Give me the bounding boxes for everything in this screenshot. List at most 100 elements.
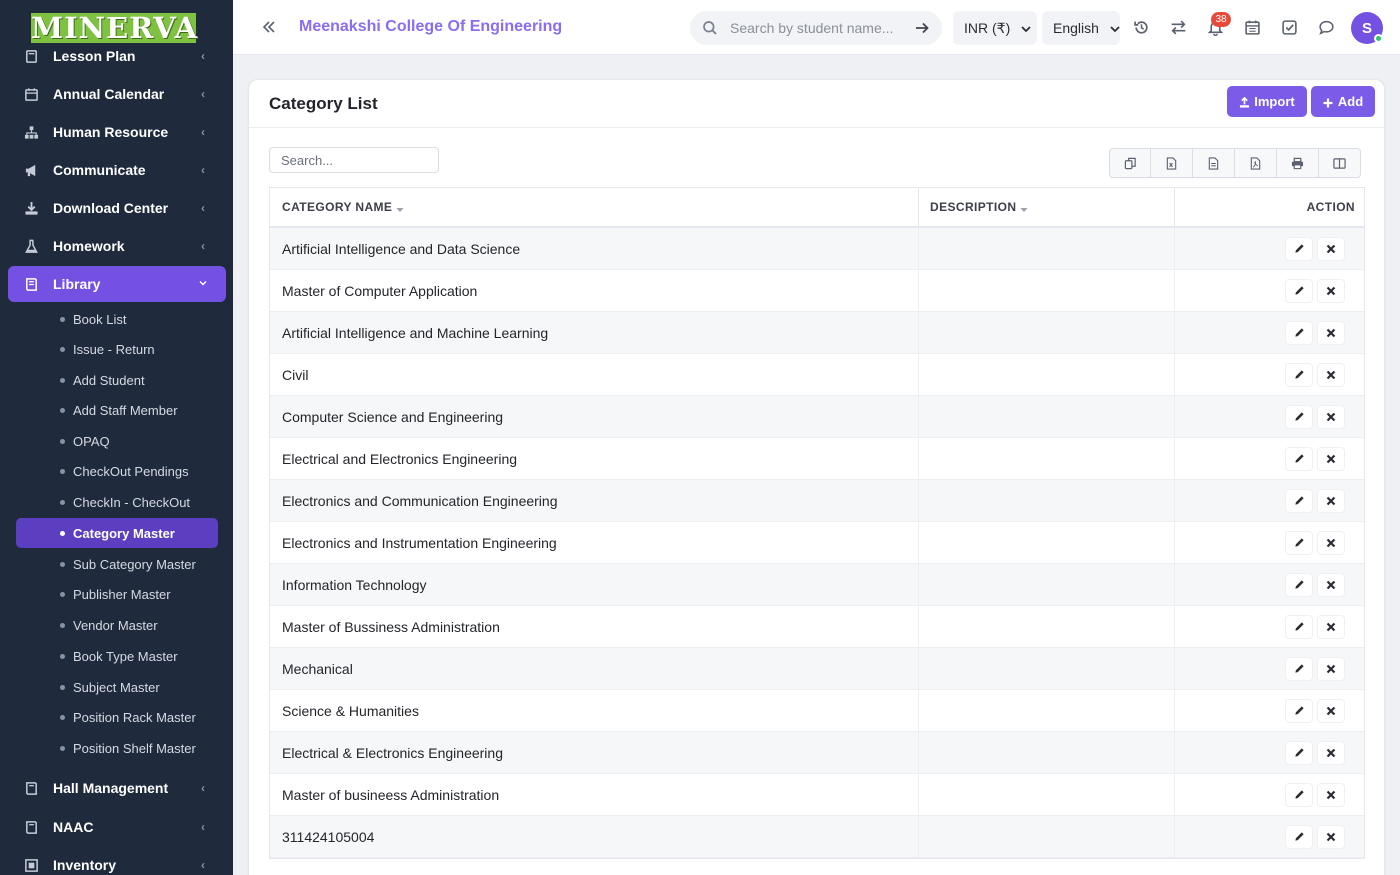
chevron-left-icon: ‹ [201, 858, 205, 872]
sidebar-item-inventory[interactable]: Inventory ‹ [8, 847, 226, 875]
arrow-right-icon[interactable] [914, 20, 930, 36]
edit-icon[interactable] [1285, 572, 1313, 597]
sidebar-item-hall-management[interactable]: Hall Management ‹ [8, 770, 226, 806]
columns-icon[interactable] [1319, 148, 1361, 178]
delete-icon[interactable] [1317, 656, 1345, 681]
sidebar-subitem-book-list[interactable]: Book List [16, 304, 218, 334]
college-name[interactable]: Meenakshi College Of Engineering [299, 18, 562, 36]
table-row: Artificial Intelligence and Machine Lear… [270, 312, 1364, 354]
description-cell [919, 354, 1175, 395]
delete-icon[interactable] [1317, 824, 1345, 849]
currency-select[interactable]: INR (₹) [953, 11, 1037, 45]
sidebar-item-naac[interactable]: NAAC ‹ [8, 809, 226, 845]
sidebar-item-label: Inventory [53, 857, 117, 873]
edit-icon[interactable] [1285, 530, 1313, 555]
sidebar-item-communicate[interactable]: Communicate ‹ [8, 152, 226, 188]
category-name-cell: Computer Science and Engineering [270, 396, 919, 437]
sidebar-item-library[interactable]: Library [8, 266, 226, 302]
delete-icon[interactable] [1317, 320, 1345, 345]
sidebar-item-human-resource[interactable]: Human Resource ‹ [8, 114, 226, 150]
edit-icon[interactable] [1285, 488, 1313, 513]
sidebar-subitem-checkout-pendings[interactable]: CheckOut Pendings [16, 456, 218, 486]
description-cell [919, 690, 1175, 731]
sidebar-item-download-center[interactable]: Download Center ‹ [8, 190, 226, 226]
edit-icon[interactable] [1285, 278, 1313, 303]
table-row: Civil [270, 354, 1364, 396]
chevron-left-icon: ‹ [201, 87, 205, 101]
edit-icon[interactable] [1285, 740, 1313, 765]
pdf-icon[interactable] [1235, 148, 1277, 178]
description-cell [919, 816, 1175, 857]
column-header-category-name[interactable]: CATEGORY NAME [270, 188, 919, 226]
print-icon[interactable] [1277, 148, 1319, 178]
action-cell [1175, 354, 1364, 395]
edit-icon[interactable] [1285, 404, 1313, 429]
switch-icon[interactable] [1168, 17, 1188, 37]
edit-icon[interactable] [1285, 614, 1313, 639]
delete-icon[interactable] [1317, 530, 1345, 555]
edit-icon[interactable] [1285, 236, 1313, 261]
sidebar-subitem-sub-category-master[interactable]: Sub Category Master [16, 549, 218, 579]
sidebar-item-label: Lesson Plan [53, 48, 136, 64]
calendar-icon[interactable] [1242, 17, 1262, 37]
delete-icon[interactable] [1317, 236, 1345, 261]
language-select[interactable]: English [1042, 11, 1120, 45]
sidebar-item-homework[interactable]: Homework ‹ [8, 228, 226, 264]
table-row: Information Technology [270, 564, 1364, 606]
chat-icon[interactable] [1316, 17, 1336, 37]
edit-icon[interactable] [1285, 656, 1313, 681]
delete-icon[interactable] [1317, 740, 1345, 765]
column-header-action: ACTION [1306, 200, 1355, 214]
delete-icon[interactable] [1317, 362, 1345, 387]
copy-icon[interactable] [1109, 148, 1151, 178]
table-row: Electronics and Communication Engineerin… [270, 480, 1364, 522]
collapse-sidebar-icon[interactable] [259, 17, 279, 37]
description-cell [919, 312, 1175, 353]
delete-icon[interactable] [1317, 404, 1345, 429]
csv-icon[interactable] [1193, 148, 1235, 178]
delete-icon[interactable] [1317, 782, 1345, 807]
chevron-left-icon: ‹ [201, 239, 205, 253]
flask-icon [23, 238, 39, 254]
sidebar-subitem-position-rack-master[interactable]: Position Rack Master [16, 702, 218, 732]
import-button[interactable]: Import [1227, 86, 1307, 117]
delete-icon[interactable] [1317, 572, 1345, 597]
student-search-input[interactable] [730, 20, 910, 36]
action-cell [1175, 270, 1364, 311]
sidebar-subitem-book-type-master[interactable]: Book Type Master [16, 641, 218, 671]
add-button[interactable]: Add [1311, 86, 1375, 117]
sidebar-item-annual-calendar[interactable]: Annual Calendar ‹ [8, 76, 226, 112]
delete-icon[interactable] [1317, 698, 1345, 723]
delete-icon[interactable] [1317, 488, 1345, 513]
delete-icon[interactable] [1317, 278, 1345, 303]
edit-icon[interactable] [1285, 782, 1313, 807]
sidebar-subitem-opaq[interactable]: OPAQ [16, 426, 218, 456]
edit-icon[interactable] [1285, 362, 1313, 387]
category-name-cell: Science & Humanities [270, 690, 919, 731]
chevron-down-icon [1109, 22, 1121, 34]
category-name-cell: Artificial Intelligence and Machine Lear… [270, 312, 919, 353]
column-header-description[interactable]: DESCRIPTION [919, 188, 1175, 226]
edit-icon[interactable] [1285, 824, 1313, 849]
sidebar-subitem-publisher-master[interactable]: Publisher Master [16, 579, 218, 609]
delete-icon[interactable] [1317, 446, 1345, 471]
sidebar-subitem-category-master[interactable]: Category Master [16, 518, 218, 548]
sidebar-subitem-position-shelf-master[interactable]: Position Shelf Master [16, 733, 218, 763]
table-search-input[interactable] [269, 147, 439, 173]
description-cell [919, 522, 1175, 563]
history-icon[interactable] [1131, 17, 1151, 37]
sidebar-subitem-issue-return[interactable]: Issue - Return [16, 334, 218, 364]
sidebar-subitem-checkin-checkout[interactable]: CheckIn - CheckOut [16, 487, 218, 517]
delete-icon[interactable] [1317, 614, 1345, 639]
excel-icon[interactable] [1151, 148, 1193, 178]
sidebar-subitem-vendor-master[interactable]: Vendor Master [16, 610, 218, 640]
sidebar-subitem-subject-master[interactable]: Subject Master [16, 672, 218, 702]
edit-icon[interactable] [1285, 320, 1313, 345]
sidebar-item-label: Homework [53, 238, 125, 254]
task-check-icon[interactable] [1279, 17, 1299, 37]
edit-icon[interactable] [1285, 698, 1313, 723]
sidebar-subitem-add-student[interactable]: Add Student [16, 365, 218, 395]
edit-icon[interactable] [1285, 446, 1313, 471]
minerva-logo[interactable]: MINERVA [31, 13, 197, 43]
sidebar-subitem-add-staff-member[interactable]: Add Staff Member [16, 395, 218, 425]
